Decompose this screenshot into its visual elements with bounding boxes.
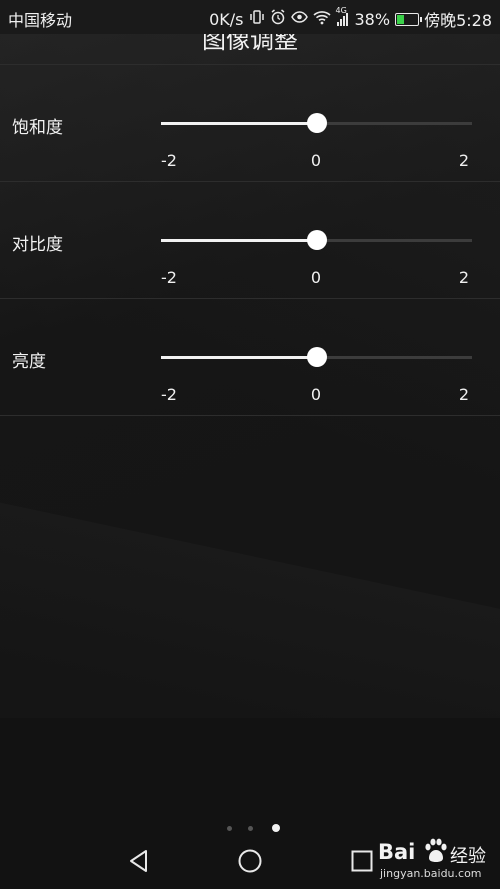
slider-active-track (161, 239, 317, 242)
recent-square-icon[interactable] (347, 846, 377, 876)
saturation-slider-thumb[interactable] (306, 113, 327, 133)
slider-active-track (161, 122, 317, 125)
slider-max-label: 2 (458, 385, 469, 404)
title-bar: 图像调整 (0, 34, 500, 64)
watermark-brand-cn: 经验 (450, 846, 486, 867)
slider-max-label: 2 (458, 268, 469, 287)
slider-mid-label: 0 (310, 385, 322, 404)
page-dot-active (272, 824, 280, 832)
slider-mid-label: 0 (310, 151, 322, 170)
screen: 中国移动 0K/s 4G 38% 傍晚5:28 图像调整 饱和度 -2 0 2 … (0, 0, 500, 889)
home-circle-icon[interactable] (235, 846, 265, 876)
contrast-label: 对比度 (12, 235, 63, 255)
status-bar: 中国移动 0K/s 4G 38% 傍晚5:28 (0, 0, 500, 34)
alarm-icon (270, 9, 286, 29)
watermark-url: jingyan.baidu.com (380, 867, 482, 880)
brightness-slider-thumb[interactable] (306, 347, 327, 367)
divider (0, 415, 500, 416)
paw-icon (425, 838, 447, 862)
page-indicator (0, 824, 500, 836)
eye-icon (290, 9, 308, 29)
contrast-slider-thumb[interactable] (306, 230, 327, 250)
slider-mid-label: 0 (310, 268, 322, 287)
slider-max-label: 2 (458, 151, 469, 170)
watermark-brand: Bai (378, 840, 416, 864)
battery-percent: 38% (354, 9, 391, 29)
carrier-name: 中国移动 (8, 11, 73, 30)
slider-row-contrast: 对比度 -2 0 2 (0, 182, 500, 298)
saturation-label: 饱和度 (12, 118, 63, 138)
back-triangle-icon[interactable] (124, 846, 154, 876)
status-right: 0K/s 4G 38% 傍晚5:28 (209, 6, 492, 31)
net-speed: 0K/s (209, 9, 244, 29)
vibrate-icon (249, 9, 265, 29)
slider-min-label: -2 (161, 268, 177, 287)
battery-fill (397, 14, 405, 24)
signal-icon: 4G (336, 6, 350, 26)
page-title: 图像调整 (202, 34, 298, 54)
battery-icon (395, 12, 423, 26)
slider-row-brightness: 亮度 -2 0 2 (0, 299, 500, 415)
network-type: 4G (335, 6, 347, 15)
slider-active-track (161, 356, 317, 359)
slider-row-saturation: 饱和度 -2 0 2 (0, 65, 500, 181)
wifi-icon (312, 9, 331, 29)
baidu-jingyan-watermark: Bai 经验 jingyan.baidu.com (378, 838, 496, 884)
page-dot (248, 826, 253, 831)
slider-min-label: -2 (161, 385, 177, 404)
page-dot (227, 826, 232, 831)
brightness-label: 亮度 (12, 352, 46, 372)
slider-min-label: -2 (161, 151, 177, 170)
clock: 傍晚5:28 (424, 11, 492, 30)
